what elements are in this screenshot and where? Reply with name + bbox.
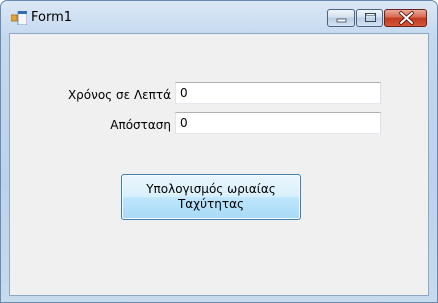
app-icon xyxy=(10,10,28,26)
maximize-icon xyxy=(365,13,376,22)
time-minutes-label: Χρόνος σε Λεπτά xyxy=(67,88,171,102)
distance-label: Απόσταση xyxy=(110,118,171,132)
calculate-speed-button[interactable]: Υπολογισμός ωριαίας Ταχύτητας xyxy=(121,174,301,220)
window-title: Form1 xyxy=(31,10,73,25)
close-icon xyxy=(399,11,414,25)
minimize-button[interactable] xyxy=(327,9,355,27)
form1-window: Form1 Χρόνος σε Λεπτά Απόσταση Υπολ xyxy=(0,0,438,303)
form-client-area: Χρόνος σε Λεπτά Απόσταση Υπολογισμός ωρι… xyxy=(9,33,429,296)
distance-input[interactable] xyxy=(175,112,381,134)
calculate-speed-label: Υπολογισμός ωριαίας Ταχύτητας xyxy=(146,182,276,211)
close-button[interactable] xyxy=(384,9,427,27)
maximize-button[interactable] xyxy=(356,9,383,27)
time-minutes-input[interactable] xyxy=(175,82,381,104)
minimize-icon xyxy=(336,18,347,23)
titlebar[interactable]: Form1 xyxy=(1,1,437,33)
